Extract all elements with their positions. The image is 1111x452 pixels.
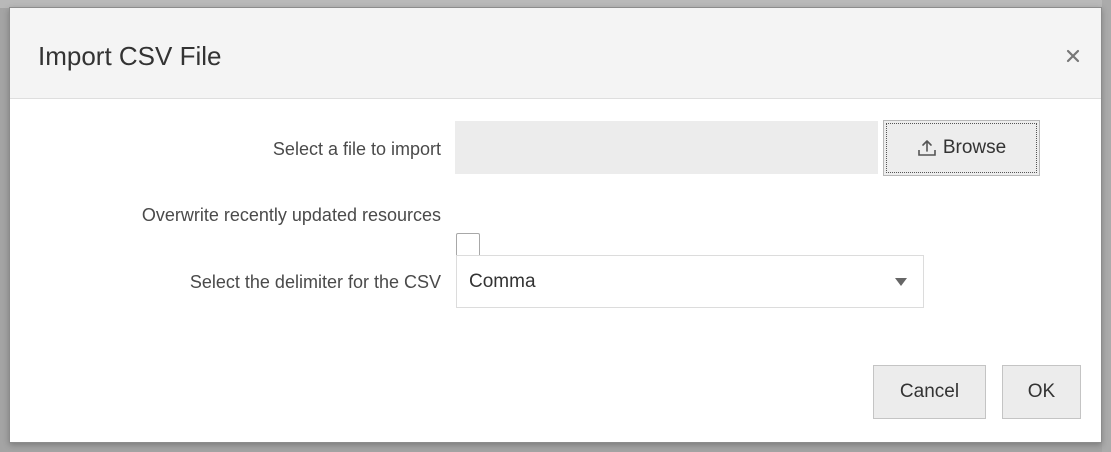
overwrite-checkbox[interactable] [456, 233, 480, 257]
import-csv-dialog: Import CSV File Select a file to import … [9, 7, 1102, 443]
browse-button[interactable]: Browse [883, 120, 1040, 176]
browse-button-label: Browse [942, 137, 1007, 158]
dialog-title: Import CSV File [38, 41, 222, 71]
delimiter-select[interactable]: Comma [456, 255, 924, 308]
backdrop-edge [1102, 0, 1111, 452]
overwrite-label: Overwrite recently updated resources [141, 205, 441, 225]
file-path-field[interactable] [455, 121, 878, 174]
ok-button[interactable]: OK [1002, 365, 1081, 419]
delimiter-label: Select the delimiter for the CSV [189, 272, 441, 292]
chevron-down-icon [895, 278, 907, 286]
dialog-header: Import CSV File [10, 8, 1101, 99]
upload-icon [917, 139, 937, 157]
file-label: Select a file to import [272, 139, 441, 159]
close-icon[interactable] [1063, 46, 1083, 66]
cancel-button[interactable]: Cancel [873, 365, 986, 419]
delimiter-selected-value: Comma [469, 271, 536, 292]
